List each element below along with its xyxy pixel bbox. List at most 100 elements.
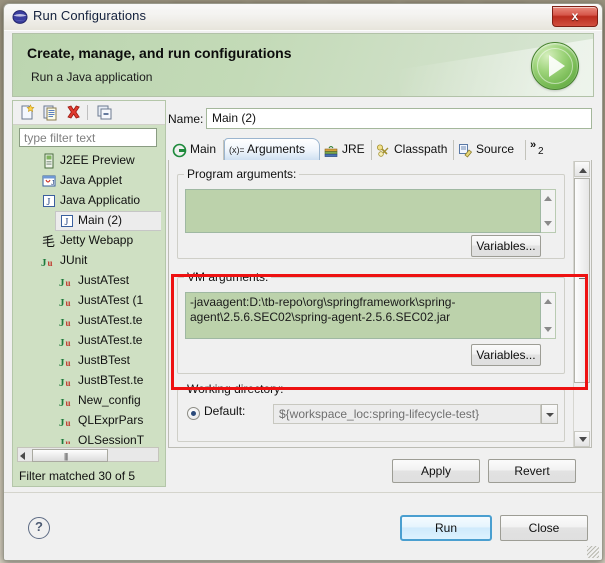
junit-icon: Ju xyxy=(41,253,57,269)
tree-item-new-config[interactable]: Ju New_config xyxy=(19,391,161,411)
svg-text:J: J xyxy=(59,317,65,329)
junit-icon: Ju xyxy=(59,433,75,444)
tab-overflow-count: 2 xyxy=(538,146,544,157)
tree-item-junit[interactable]: Ju JUnit xyxy=(19,251,161,271)
collapse-all-icon[interactable] xyxy=(96,104,113,121)
classpath-tab-icon xyxy=(376,143,391,158)
source-tab-icon xyxy=(458,143,473,158)
tab-main[interactable]: Main xyxy=(168,140,224,160)
svg-text:u: u xyxy=(66,338,71,348)
svg-text:J: J xyxy=(59,297,65,309)
svg-text:J: J xyxy=(51,180,55,187)
configurations-toolbar xyxy=(13,101,165,125)
svg-text:u: u xyxy=(66,418,71,428)
junit-icon: Ju xyxy=(59,313,75,329)
tab-arguments[interactable]: (x)= Arguments xyxy=(224,138,320,160)
vm-arguments-group: VM arguments: -javaagent:D:\tb-repo\org\… xyxy=(177,270,565,374)
tree-item-label: QLExprPars xyxy=(78,413,144,427)
working-directory-path-input[interactable]: ${workspace_loc:spring-lifecycle-test} xyxy=(273,404,541,424)
tree-item-main-2[interactable]: J Main (2) xyxy=(19,211,161,231)
apply-button[interactable]: Apply xyxy=(392,459,480,483)
junit-icon: Ju xyxy=(59,293,75,309)
tab-label: Source xyxy=(476,142,515,156)
program-arguments-group: Program arguments: Variables... xyxy=(177,167,565,259)
revert-button[interactable]: Revert xyxy=(488,459,576,483)
configuration-editor: Name: Main (2) Main (x)= Arguments JRE Class… xyxy=(168,108,592,448)
resize-grip[interactable] xyxy=(587,546,599,558)
working-directory-default-radio[interactable] xyxy=(187,407,200,420)
tree-item-justatest[interactable]: Ju JustATest xyxy=(19,271,161,291)
tree-item-label: JustATest xyxy=(78,273,130,287)
svg-text:u: u xyxy=(66,358,71,368)
new-configuration-icon[interactable] xyxy=(19,104,36,121)
tree-item-justatest-te[interactable]: Ju JustATest.te xyxy=(19,311,161,331)
tree-item-qlsessiont[interactable]: Ju QLSessionT xyxy=(19,431,161,444)
tree-item-justatest-1[interactable]: Ju JustATest (1 xyxy=(19,291,161,311)
scroll-up-arrow[interactable] xyxy=(574,161,590,177)
close-dialog-button[interactable]: Close xyxy=(500,515,588,541)
svg-text:u: u xyxy=(66,318,71,328)
help-icon[interactable]: ? xyxy=(28,517,50,539)
junit-icon: Ju xyxy=(59,353,75,369)
close-window-button[interactable]: x xyxy=(552,6,598,27)
tree-item-label: New_config xyxy=(78,393,141,407)
vm-arguments-scrollbar[interactable] xyxy=(541,292,556,339)
program-arguments-variables-button[interactable]: Variables... xyxy=(471,235,541,257)
run-configurations-dialog: Run Configurations x Create, manage, and… xyxy=(3,3,603,561)
tab-label: Classpath xyxy=(394,142,448,156)
svg-text:J: J xyxy=(59,437,65,444)
svg-text:u: u xyxy=(66,278,71,288)
svg-text:J: J xyxy=(65,217,69,228)
filter-status-label: Filter matched 30 of 5 xyxy=(19,469,136,483)
tree-item-java-applicatio[interactable]: J Java Applicatio xyxy=(19,191,161,211)
tree-item-jetty-webapp[interactable]: 毛 Jetty Webapp xyxy=(19,231,161,251)
scroll-left-arrow[interactable] xyxy=(20,452,25,460)
vertical-scroll-thumb[interactable] xyxy=(574,178,590,383)
tree-item-qlexprpars[interactable]: Ju QLExprPars xyxy=(19,411,161,431)
tree-horizontal-scrollbar[interactable]: ||| xyxy=(17,447,159,462)
vm-arguments-textarea[interactable]: -javaagent:D:\tb-repo\org\springframewor… xyxy=(185,292,541,339)
program-arguments-scrollbar[interactable] xyxy=(541,189,556,233)
junit-icon: Ju xyxy=(59,393,75,409)
svg-text:毛: 毛 xyxy=(42,234,55,249)
configurations-panel: type filter text J2EE Preview J Java Apple… xyxy=(12,100,166,487)
toolbar-separator xyxy=(87,105,88,120)
tab-source[interactable]: Source xyxy=(454,140,526,160)
svg-text:u: u xyxy=(66,378,71,388)
main-tab-icon xyxy=(172,143,187,158)
footer-divider xyxy=(4,492,602,493)
scroll-down-arrow[interactable] xyxy=(574,431,590,447)
panel-vertical-scrollbar[interactable] xyxy=(573,161,590,447)
working-directory-group: Working directory: Default: ${workspace_… xyxy=(177,382,565,442)
working-directory-dropdown-arrow[interactable] xyxy=(541,404,558,424)
arguments-tab-panel: Program arguments: Variables... VM argum… xyxy=(168,160,592,448)
svg-text:J: J xyxy=(41,257,47,269)
tree-item-justatest-te[interactable]: Ju JustATest.te xyxy=(19,331,161,351)
tab-jre[interactable]: JRE xyxy=(320,140,372,160)
tree-item-j2ee-preview[interactable]: J2EE Preview xyxy=(19,151,161,171)
svg-text:J: J xyxy=(47,197,51,208)
configurations-tree[interactable]: J2EE Preview J Java Applet J Java Applicatio… xyxy=(19,151,161,444)
vm-arguments-variables-button[interactable]: Variables... xyxy=(471,344,541,366)
delete-configuration-icon[interactable] xyxy=(65,104,82,121)
configuration-name-row: Name: Main (2) xyxy=(168,108,592,132)
tree-item-java-applet[interactable]: J Java Applet xyxy=(19,171,161,191)
tree-item-label: Jetty Webapp xyxy=(60,233,134,247)
horizontal-scroll-thumb[interactable]: ||| xyxy=(32,449,108,462)
tree-item-justbtest[interactable]: Ju JustBTest xyxy=(19,351,161,371)
name-label: Name: xyxy=(168,112,204,126)
tree-item-justbtest-te[interactable]: Ju JustBTest.te xyxy=(19,371,161,391)
run-button[interactable]: Run xyxy=(400,515,492,541)
duplicate-configuration-icon[interactable] xyxy=(42,104,59,121)
filter-input[interactable]: type filter text xyxy=(19,128,157,147)
svg-text:J: J xyxy=(59,417,65,429)
tab-label: Main xyxy=(190,142,217,156)
svg-text:(x)=: (x)= xyxy=(229,145,244,155)
svg-text:u: u xyxy=(48,258,53,268)
tab-classpath[interactable]: Classpath xyxy=(372,140,454,160)
java-application-icon: J xyxy=(59,213,75,229)
tree-item-label: Java Applicatio xyxy=(60,193,141,207)
tree-item-label: JustBTest.te xyxy=(78,373,144,387)
program-arguments-textarea[interactable] xyxy=(185,189,541,233)
configuration-name-input[interactable]: Main (2) xyxy=(206,108,592,129)
